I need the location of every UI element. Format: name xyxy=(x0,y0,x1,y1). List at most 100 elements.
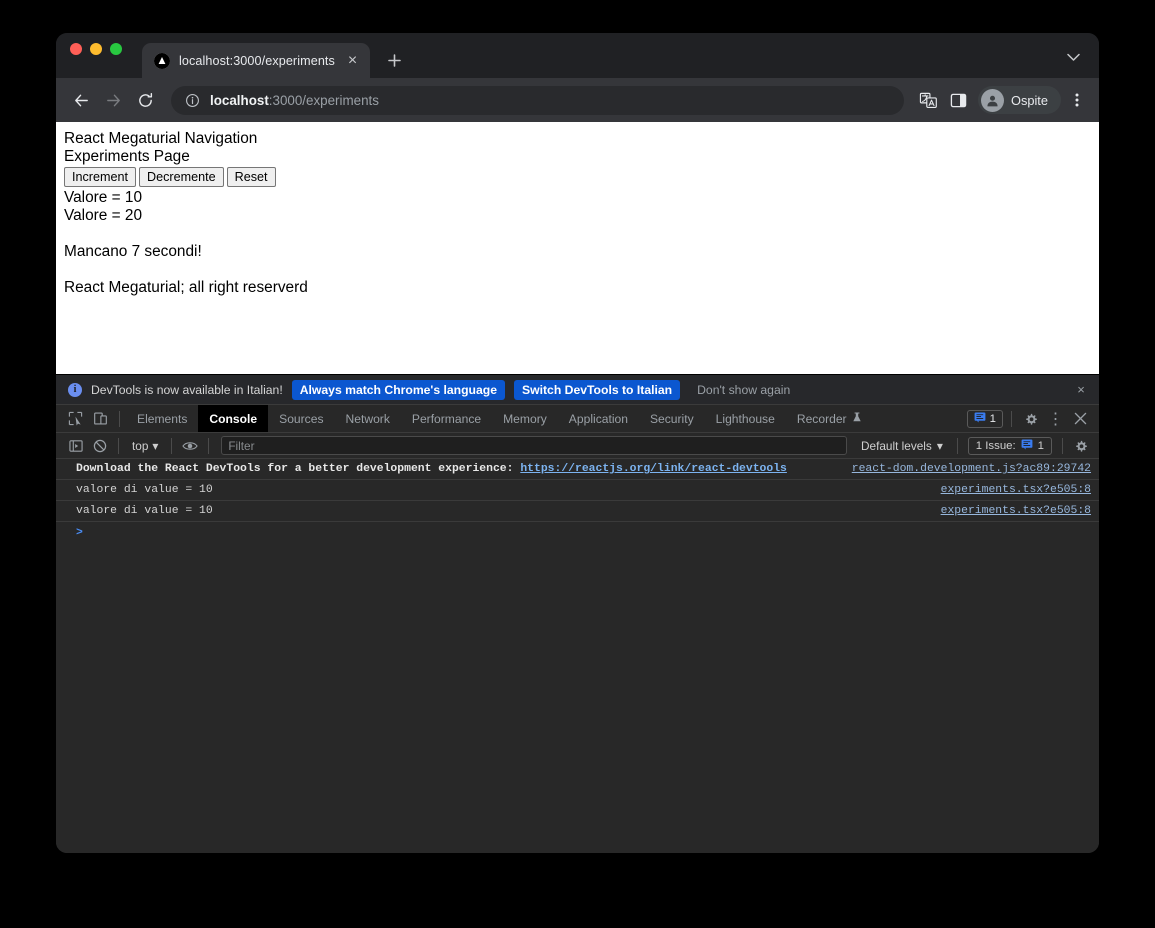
forward-button[interactable] xyxy=(98,85,128,115)
browser-toolbar: localhost:3000/experiments Ospite xyxy=(56,78,1099,122)
log-level-label: Default levels xyxy=(861,438,932,453)
console-settings-gear-icon[interactable] xyxy=(1069,435,1093,457)
close-window-button[interactable] xyxy=(70,43,82,55)
console-row[interactable]: Download the React DevTools for a better… xyxy=(56,459,1099,480)
tab-title: localhost:3000/experiments xyxy=(179,53,335,68)
console-issues-pill[interactable]: 1 Issue: 1 xyxy=(967,436,1052,455)
console-row[interactable]: valore di value = 10 experiments.tsx?e50… xyxy=(56,501,1099,522)
countdown-text: Mancano 7 secondi! xyxy=(64,243,202,260)
gear-icon[interactable] xyxy=(1018,407,1043,431)
console-issues-count: 1 xyxy=(1037,439,1044,452)
page-heading: React Megaturial Navigation xyxy=(64,130,258,147)
reload-button[interactable] xyxy=(130,85,160,115)
profile-name: Ospite xyxy=(1011,92,1048,108)
console-message: valore di value = 10 xyxy=(76,505,213,517)
tab-close-icon[interactable]: × xyxy=(344,52,361,69)
console-source-link[interactable]: experiments.tsx?e505:8 xyxy=(941,483,1091,497)
console-message: valore di value = 10 xyxy=(76,484,213,496)
side-panel-icon[interactable] xyxy=(944,86,972,114)
counter-button-row: Increment Decremente Reset xyxy=(64,167,1091,187)
console-input-line[interactable]: > xyxy=(56,522,1099,542)
profile-chip[interactable]: Ospite xyxy=(978,86,1061,114)
clear-console-icon[interactable] xyxy=(88,435,112,457)
divider xyxy=(208,437,210,454)
tab-strip: localhost:3000/experiments × xyxy=(56,33,1099,78)
console-output[interactable]: Download the React DevTools for a better… xyxy=(56,459,1099,853)
inspect-element-icon[interactable] xyxy=(63,407,88,431)
tab-lighthouse[interactable]: Lighthouse xyxy=(705,405,786,432)
decrement-button[interactable]: Decremente xyxy=(139,167,224,187)
issues-badge[interactable]: 1 xyxy=(966,409,1003,428)
console-message-text: Download the React DevTools for a better… xyxy=(76,463,521,475)
console-row[interactable]: valore di value = 10 experiments.tsx?e50… xyxy=(56,480,1099,501)
always-match-language-button[interactable]: Always match Chrome's language xyxy=(291,379,505,400)
tab-sources[interactable]: Sources xyxy=(268,405,334,432)
info-icon: i xyxy=(68,382,82,397)
devtools-panel: i DevTools is now available in Italian! … xyxy=(56,374,1099,853)
page-viewport: React Megaturial Navigation Experiments … xyxy=(56,122,1099,374)
tab-recorder[interactable]: Recorder xyxy=(786,405,873,432)
chevron-down-icon: ▾ xyxy=(936,438,943,453)
devtools-more-icon[interactable]: ⋮ xyxy=(1043,407,1068,431)
address-bar[interactable]: localhost:3000/experiments xyxy=(171,85,904,115)
devtools-language-banner: i DevTools is now available in Italian! … xyxy=(56,375,1099,405)
tab-security[interactable]: Security xyxy=(639,405,705,432)
new-tab-button[interactable] xyxy=(380,46,408,74)
issue-message-icon xyxy=(1021,439,1033,453)
nextjs-triangle-icon xyxy=(154,52,170,69)
execution-context-selector[interactable]: top ▾ xyxy=(125,436,165,456)
page-footer: React Megaturial; all right reserverd xyxy=(64,279,308,296)
devtools-tab-bar: Elements Console Sources Network Perform… xyxy=(56,405,1099,433)
tab-application[interactable]: Application xyxy=(558,405,639,432)
chrome-menu-icon[interactable] xyxy=(1063,86,1091,114)
tab-memory[interactable]: Memory xyxy=(492,405,558,432)
tab-elements[interactable]: Elements xyxy=(126,405,198,432)
divider xyxy=(119,410,120,427)
tab-search-button[interactable] xyxy=(1061,45,1085,69)
log-level-selector[interactable]: Default levels ▾ xyxy=(853,439,951,453)
back-button[interactable] xyxy=(66,85,96,115)
device-toolbar-icon[interactable] xyxy=(88,407,113,431)
divider xyxy=(118,437,119,454)
reset-button[interactable]: Reset xyxy=(226,167,276,187)
console-message: Download the React DevTools for a better… xyxy=(76,462,838,476)
browser-tab[interactable]: localhost:3000/experiments × xyxy=(142,43,370,78)
live-expression-icon[interactable] xyxy=(178,435,202,457)
react-devtools-link[interactable]: https://reactjs.org/link/react-devtools xyxy=(520,463,787,475)
console-filter-bar: top ▾ Filter Default levels ▾ 1 Issue: 1 xyxy=(56,433,1099,459)
banner-close-icon[interactable]: × xyxy=(1073,382,1089,398)
console-filter-placeholder: Filter xyxy=(228,438,255,453)
console-source-link[interactable]: experiments.tsx?e505:8 xyxy=(941,504,1091,518)
switch-to-italian-button[interactable]: Switch DevTools to Italian xyxy=(514,379,681,400)
console-prompt-chevron: > xyxy=(76,527,83,539)
execution-context-label: top xyxy=(132,438,149,453)
translate-icon[interactable] xyxy=(914,86,942,114)
issue-message-icon xyxy=(974,410,986,428)
address-bar-url: localhost:3000/experiments xyxy=(210,93,379,108)
value-line-1: Valore = 10 xyxy=(64,189,143,206)
console-source-link[interactable]: react-dom.development.js?ac89:29742 xyxy=(852,462,1091,476)
tab-performance[interactable]: Performance xyxy=(401,405,492,432)
console-filter-input[interactable]: Filter xyxy=(221,436,848,455)
value-line-2: Valore = 20 xyxy=(64,207,143,224)
devtools-close-icon[interactable] xyxy=(1068,407,1093,431)
tab-network[interactable]: Network xyxy=(335,405,401,432)
dont-show-again-button[interactable]: Don't show again xyxy=(689,380,798,400)
minimize-window-button[interactable] xyxy=(90,43,102,55)
flask-icon xyxy=(852,411,862,426)
chevron-down-icon: ▾ xyxy=(152,438,159,453)
tab-console[interactable]: Console xyxy=(198,405,269,432)
page-subheading: Experiments Page xyxy=(64,148,190,165)
divider xyxy=(1062,437,1063,454)
url-path: :3000/experiments xyxy=(268,92,379,108)
banner-message: DevTools is now available in Italian! xyxy=(91,382,283,397)
console-sidebar-icon[interactable] xyxy=(64,435,88,457)
window-controls xyxy=(70,33,122,78)
increment-button[interactable]: Increment xyxy=(64,167,136,187)
tab-recorder-label: Recorder xyxy=(796,411,847,426)
avatar xyxy=(981,88,1004,112)
url-host: localhost xyxy=(210,92,269,108)
divider xyxy=(956,437,958,454)
site-info-icon[interactable] xyxy=(185,93,200,108)
maximize-window-button[interactable] xyxy=(110,43,122,55)
